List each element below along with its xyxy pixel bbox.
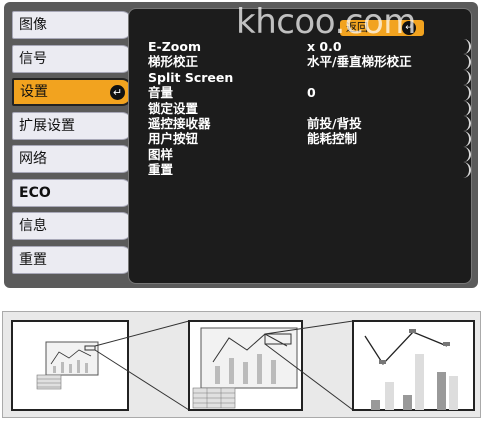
mid-bar: [257, 354, 262, 384]
setting-label: 音量: [148, 85, 174, 101]
sidebar-item-image[interactable]: 图像: [12, 11, 132, 39]
setting-row-split-screen[interactable]: Split Screen: [141, 69, 471, 86]
zoom-bar: [415, 354, 424, 410]
zoom-marker: [443, 342, 450, 346]
sidebar-item-label: 信号: [19, 50, 47, 67]
setting-value: 前投/背投: [307, 115, 362, 131]
setting-label: 梯形校正: [148, 54, 199, 70]
setting-label: 锁定设置: [148, 100, 199, 116]
setting-row-keystone[interactable]: 梯形校正 水平/垂直梯形校正: [141, 54, 471, 70]
mid-bar: [271, 360, 276, 384]
settings-panel: 返回 ↵ E-Zoom x 0.0 梯形校正 水平/垂直梯形校正 Split Scr…: [128, 8, 472, 284]
setting-row-lock[interactable]: 锁定设置: [141, 100, 471, 116]
sidebar-item-network[interactable]: 网络: [12, 145, 132, 173]
zoom-diagram-svg: [11, 320, 475, 411]
sidebar-item-extended[interactable]: 扩展设置: [12, 111, 132, 140]
setting-label: 重置: [148, 162, 174, 178]
zoom-marker: [409, 329, 416, 333]
setting-label: E-Zoom: [148, 39, 201, 54]
mini-bar: [77, 360, 80, 373]
zoom-bar: [449, 376, 458, 410]
sidebar-item-info[interactable]: 信息: [12, 212, 132, 240]
mid-bar: [229, 358, 234, 384]
zoom-marker: [379, 360, 386, 364]
sidebar-item-label: 设置: [20, 84, 48, 100]
enter-icon: ↵: [110, 85, 125, 100]
mid-bar: [243, 362, 248, 384]
projector-osd-menu: 图像 信号 设置 ↵ 扩展设置 网络 ECO 信息 重置 返回 ↵ E-Zoom x…: [4, 2, 478, 288]
setting-row-pattern[interactable]: 图样: [141, 146, 471, 163]
zoom-sequence-illustration: [2, 311, 481, 418]
zoom-bar: [371, 400, 380, 410]
sidebar-item-label: 重置: [19, 251, 47, 268]
zoom-bar: [437, 372, 446, 410]
setting-label: 用户按钮: [148, 131, 199, 147]
watermark: khcoo.com: [236, 2, 416, 42]
mini-bar: [61, 362, 64, 373]
setting-row-remote-receiver[interactable]: 遥控接收器 前投/背投: [141, 115, 471, 132]
setting-row-user-button[interactable]: 用户按钮 能耗控制: [141, 131, 471, 147]
setting-value: 能耗控制: [307, 131, 358, 147]
setting-value: 0: [307, 85, 316, 101]
settings-list: E-Zoom x 0.0 梯形校正 水平/垂直梯形校正 Split Screen 音…: [141, 39, 471, 178]
setting-label: 遥控接收器: [148, 115, 211, 131]
sidebar-item-eco[interactable]: ECO: [12, 178, 132, 207]
main-menu-sidebar: 图像 信号 设置 ↵ 扩展设置 网络 ECO 信息 重置: [12, 11, 132, 279]
zoom-bar: [403, 395, 412, 410]
sidebar-item-label: 扩展设置: [19, 117, 75, 134]
sidebar-item-label: 信息: [19, 218, 47, 234]
sidebar-item-reset[interactable]: 重置: [12, 245, 132, 274]
setting-row-volume[interactable]: 音量 0: [141, 85, 471, 101]
sidebar-item-signal[interactable]: 信号: [12, 44, 132, 73]
mini-bar: [85, 363, 88, 373]
setting-row-reset[interactable]: 重置: [141, 162, 471, 178]
setting-label: 图样: [148, 146, 174, 162]
zoom-bar: [385, 382, 394, 410]
mini-bar: [69, 364, 72, 373]
setting-label: Split Screen: [148, 69, 234, 85]
setting-value: 水平/垂直梯形校正: [307, 54, 412, 70]
mini-bar: [53, 366, 56, 373]
sidebar-item-label: 图像: [19, 17, 47, 33]
sidebar-item-label: 网络: [19, 151, 47, 167]
sidebar-item-settings[interactable]: 设置 ↵: [12, 78, 132, 106]
sidebar-item-label: ECO: [19, 184, 51, 201]
mid-bar: [215, 366, 220, 384]
